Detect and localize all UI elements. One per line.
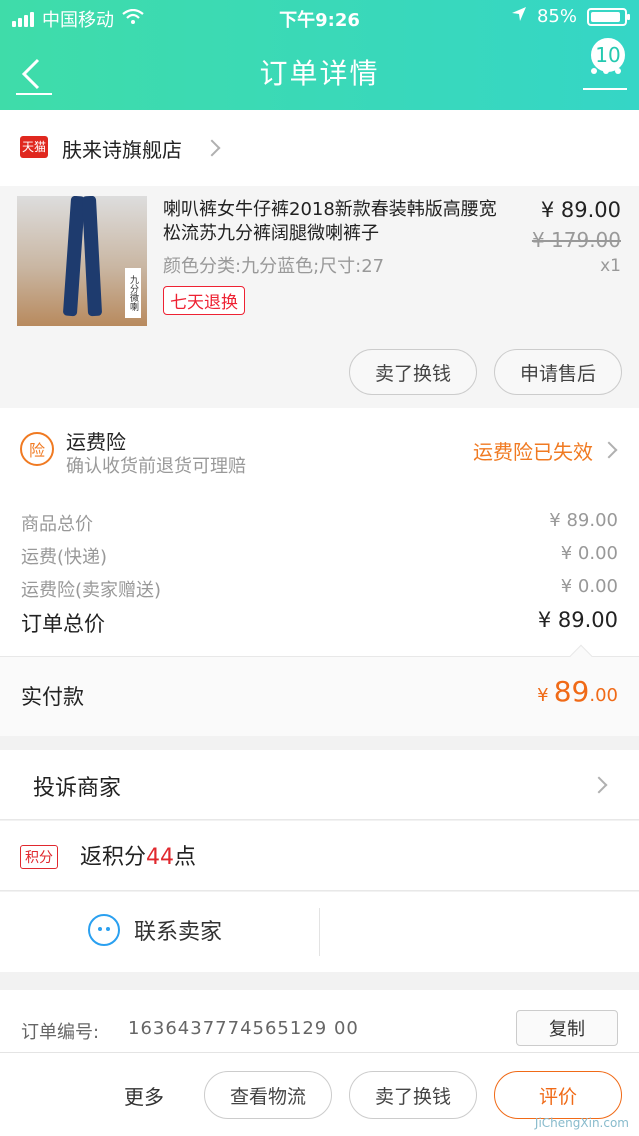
bottom-action-bar: 更多 查看物流 卖了换钱 评价 JiChengXin.com [0, 1052, 639, 1136]
product-quantity: x1 [600, 256, 621, 276]
product-card[interactable]: 九分微喇 喇叭裤女牛仔裤2018新款春装韩版高腰宽松流苏九分裤阔腿微喇裤子 颜色… [0, 186, 639, 408]
battery-icon [587, 7, 630, 26]
product-image-tag: 九分微喇 [125, 268, 141, 318]
contact-icon [88, 914, 120, 946]
rate-button[interactable]: 评价 [494, 1071, 622, 1119]
more-actions-button[interactable]: 更多 [124, 1081, 164, 1110]
insurance-status: 运费险已失效 [473, 440, 593, 464]
divider [319, 908, 320, 956]
view-logistics-button[interactable]: 查看物流 [204, 1071, 332, 1119]
insurance-icon: 险 [20, 432, 54, 466]
summary-row: 运费险(卖家赠送) ¥ 0.00 [21, 576, 618, 602]
complaint-row[interactable]: 投诉商家 [0, 750, 639, 820]
order-number-label: 订单编号: [21, 1022, 100, 1043]
points-tag: 积分 [20, 845, 58, 869]
points-number: 44 [146, 845, 175, 870]
sell-for-cash-button[interactable]: 卖了换钱 [349, 1071, 477, 1119]
paid-integer: 89 [553, 675, 590, 708]
contact-label: 联系卖家 [134, 920, 223, 945]
page-title: 订单详情 [259, 57, 380, 90]
status-right: 85% [511, 6, 630, 27]
order-number-value: 1636437774565129 00 [128, 1018, 359, 1039]
sell-button[interactable]: 卖了换钱 [349, 349, 477, 395]
order-total-row: 订单总价 ¥ 89.00 [21, 608, 618, 638]
watermark: JiChengXin.com [534, 1116, 629, 1130]
more-underline [583, 88, 627, 90]
product-attributes: 颜色分类:九分蓝色;尺寸:27 [163, 256, 385, 277]
chevron-right-icon [203, 139, 221, 157]
insurance-title: 运费险 [66, 430, 126, 454]
summary-row: 运费(快递) ¥ 0.00 [21, 543, 618, 569]
summary-label: 商品总价 [21, 514, 93, 535]
return-policy-tag: 七天退换 [163, 286, 245, 315]
shop-name: 肤来诗旗舰店 [62, 138, 182, 162]
more-icon [591, 68, 621, 74]
summary-value: ¥ 89.00 [549, 510, 618, 531]
product-price: ¥ 89.00 [540, 198, 621, 222]
paid-symbol: ¥ [537, 685, 549, 706]
paid-decimal: .00 [589, 685, 618, 706]
contact-row: 联系卖家 [0, 892, 639, 972]
more-button[interactable]: 10 [575, 36, 627, 96]
summary-row: 商品总价 ¥ 89.00 [21, 510, 618, 536]
tmall-badge: 天猫 [20, 136, 48, 158]
complaint-label: 投诉商家 [33, 776, 122, 801]
product-title[interactable]: 喇叭裤女牛仔裤2018新款春装韩版高腰宽松流苏九分裤阔腿微喇裤子 [163, 198, 513, 246]
nav-bar: 订单详情 10 [0, 36, 639, 104]
insurance-subtitle: 确认收货前退货可理赔 [66, 456, 246, 477]
product-original-price: ¥ 179.00 [531, 228, 621, 252]
summary-label: 运费(快递) [21, 547, 108, 568]
order-number-row: 订单编号: 1636437774565129 00 复制 [0, 990, 639, 1060]
contact-seller-button[interactable]: 联系卖家 [88, 914, 222, 946]
chevron-right-icon [590, 776, 608, 794]
shipping-insurance-row[interactable]: 险 运费险 确认收货前退货可理赔 运费险已失效 [0, 408, 639, 496]
header: 中国移动 下午9:26 85% 订单详情 10 [0, 0, 639, 110]
summary-label: 运费险(卖家赠送) [21, 580, 162, 601]
points-prefix: 返积分 [80, 845, 147, 870]
battery-percent: 85% [536, 6, 577, 27]
points-row: 积分 返积分44点 [0, 821, 639, 891]
order-total-value: ¥ 89.00 [537, 608, 618, 632]
summary-value: ¥ 0.00 [560, 576, 618, 597]
product-image-leg [81, 196, 103, 317]
copy-button[interactable]: 复制 [516, 1010, 618, 1046]
status-bar: 中国移动 下午9:26 85% [0, 0, 639, 36]
shop-row[interactable]: 天猫 肤来诗旗舰店 [0, 110, 639, 186]
chevron-right-icon [600, 441, 618, 459]
paid-amount: ¥ 89.00 [537, 675, 618, 708]
order-total-label: 订单总价 [21, 612, 105, 636]
paid-label: 实付款 [21, 685, 84, 709]
after-sale-button[interactable]: 申请售后 [494, 349, 622, 395]
price-summary: 商品总价 ¥ 89.00 运费(快递) ¥ 0.00 运费险(卖家赠送) ¥ 0… [0, 496, 639, 656]
points-suffix: 点 [174, 845, 197, 870]
paid-amount-row: 实付款 ¥ 89.00 [0, 644, 639, 736]
summary-value: ¥ 0.00 [560, 543, 618, 564]
points-text: 返积分44点 [80, 839, 196, 871]
location-icon [511, 6, 527, 27]
product-image[interactable]: 九分微喇 [17, 196, 147, 326]
